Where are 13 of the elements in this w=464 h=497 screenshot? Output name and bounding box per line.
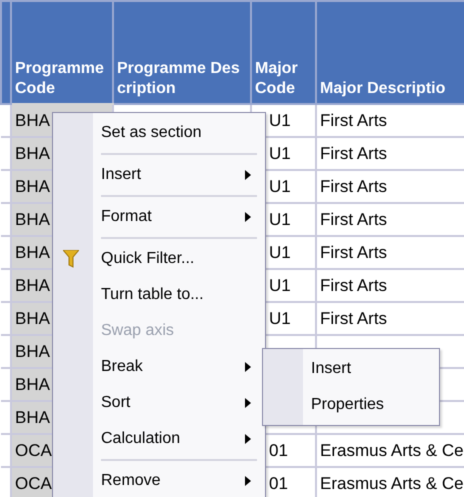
submenu-arrow-icon xyxy=(245,170,251,180)
submenu-arrow-icon xyxy=(245,434,251,444)
filter-icon xyxy=(63,250,79,268)
column-header[interactable]: Major Code xyxy=(251,1,316,104)
submenu-arrow-icon xyxy=(245,398,251,408)
submenu-arrow-icon xyxy=(245,476,251,486)
menu-item[interactable]: Insert xyxy=(263,351,439,387)
column-header[interactable]: Major Descriptio xyxy=(316,1,464,104)
column-header[interactable]: Programme Code xyxy=(11,1,113,104)
submenu-arrow-icon xyxy=(245,362,251,372)
column-header[interactable]: Programme Description xyxy=(113,1,251,104)
menu-item[interactable]: Properties xyxy=(263,387,439,423)
submenu-arrow-icon xyxy=(245,212,251,222)
